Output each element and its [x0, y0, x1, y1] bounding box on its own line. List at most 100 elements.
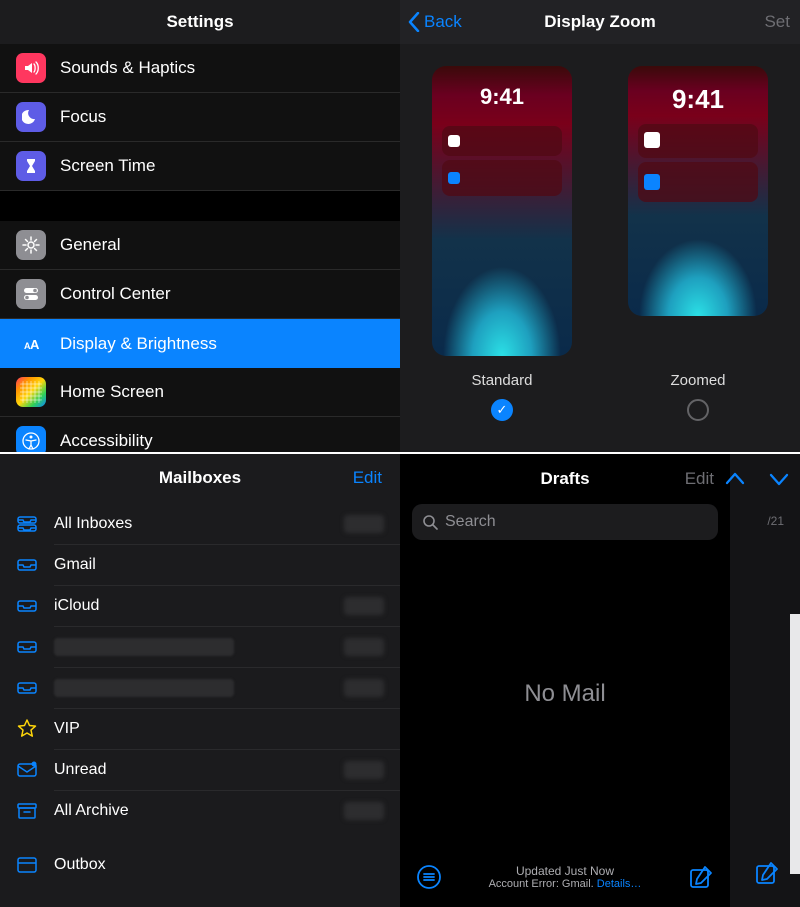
settings-row-label: Screen Time	[60, 156, 155, 176]
tray-icon	[16, 677, 38, 699]
accessibility-icon	[16, 426, 46, 452]
mailbox-label: Outbox	[54, 856, 106, 874]
compose-icon	[754, 860, 780, 886]
preview-box-icon	[448, 135, 460, 147]
display-zoom-title: Display Zoom	[544, 12, 655, 32]
mailbox-label: Gmail	[54, 556, 96, 574]
speaker-icon	[16, 53, 46, 83]
grid-icon	[16, 377, 46, 407]
zoom-option-labels: Standard Zoomed	[400, 372, 800, 389]
mailbox-label	[54, 679, 234, 697]
status-error: Account Error: Gmail.	[489, 878, 597, 890]
filter-icon[interactable]	[416, 864, 442, 890]
settings-row-accessibility[interactable]: Accessibility	[0, 417, 400, 452]
mailbox-row[interactable]: VIP	[0, 709, 400, 749]
settings-row-home-screen[interactable]: Home Screen	[0, 368, 400, 417]
empty-state: No Mail	[400, 540, 730, 847]
set-button[interactable]: Set	[764, 0, 790, 44]
status-updated: Updated Just Now	[489, 864, 642, 878]
star-icon	[16, 718, 38, 740]
mailboxes-title: Mailboxes	[0, 468, 400, 488]
tray-icon	[16, 554, 38, 576]
label-zoomed: Zoomed	[628, 372, 768, 389]
mailbox-label: iCloud	[54, 597, 99, 615]
toggles-icon	[16, 279, 46, 309]
gear-icon	[16, 230, 46, 260]
chevron-down-icon[interactable]	[768, 468, 790, 490]
outbox-icon	[16, 854, 38, 876]
text-size-icon: AA	[16, 329, 46, 359]
drafts-edit-button[interactable]: Edit	[685, 469, 714, 489]
label-standard: Standard	[432, 372, 572, 389]
settings-group-divider	[0, 191, 400, 221]
display-zoom-panel: Back Display Zoom Set 9:41 9:41 Standar	[400, 0, 800, 452]
mailbox-label: VIP	[54, 720, 80, 738]
back-button[interactable]: Back	[408, 0, 462, 44]
settings-row-focus[interactable]: Focus	[0, 93, 400, 142]
preview-box-icon	[448, 172, 460, 184]
search-icon	[422, 514, 438, 530]
settings-row-label: Control Center	[60, 284, 171, 304]
settings-row-sounds-haptics[interactable]: Sounds & Haptics	[0, 44, 400, 93]
settings-row-display-brightness[interactable]: AA Display & Brightness	[0, 319, 400, 368]
chevron-up-icon[interactable]	[724, 468, 746, 490]
preview-box-icon	[644, 132, 660, 148]
mailbox-count-badge	[344, 761, 384, 779]
preview-widget	[442, 160, 562, 196]
mailbox-row[interactable]	[0, 668, 400, 708]
tray-icon	[16, 636, 38, 658]
preview-box-icon	[644, 174, 660, 190]
partial-date: /21	[767, 514, 784, 528]
preview-widget	[442, 126, 562, 156]
mail-content-sliver	[790, 614, 800, 874]
chevron-left-icon	[408, 12, 420, 32]
zoom-previews: 9:41 9:41	[400, 66, 800, 356]
hourglass-icon	[16, 151, 46, 181]
back-label: Back	[424, 12, 462, 32]
drafts-column: Drafts Edit Search No Mail Updated Just …	[400, 454, 730, 907]
mailbox-row[interactable]: Gmail	[0, 545, 400, 585]
search-input[interactable]: Search	[412, 504, 718, 540]
unread-icon	[16, 759, 38, 781]
mailbox-count-badge	[344, 515, 384, 533]
settings-row-general[interactable]: General	[0, 221, 400, 270]
mailboxes-edit-button[interactable]: Edit	[353, 468, 382, 488]
mailbox-row[interactable]: All Archive	[0, 791, 400, 831]
radio-zoomed[interactable]	[687, 399, 709, 421]
compose-icon[interactable]	[688, 864, 714, 890]
error-details-link[interactable]: Details…	[597, 878, 642, 890]
mailbox-label: Unread	[54, 761, 106, 779]
radio-standard[interactable]	[491, 399, 513, 421]
compose-button-side[interactable]	[754, 860, 780, 891]
mailboxes-panel: Mailboxes Edit All Inboxes Gmail iCloud VIP…	[0, 454, 400, 907]
settings-title: Settings	[0, 0, 400, 44]
mailbox-row[interactable]	[0, 627, 400, 667]
mailbox-count-badge	[344, 597, 384, 615]
mailbox-row[interactable]: Unread	[0, 750, 400, 790]
preview-clock: 9:41	[628, 84, 768, 115]
mailbox-row[interactable]: Outbox	[0, 845, 400, 885]
settings-row-control-center[interactable]: Control Center	[0, 270, 400, 319]
settings-row-label: Display & Brightness	[60, 334, 217, 354]
mailboxes-header: Mailboxes Edit	[0, 454, 400, 504]
preview-zoomed[interactable]: 9:41	[628, 66, 768, 316]
moon-icon	[16, 102, 46, 132]
search-placeholder: Search	[445, 513, 496, 531]
settings-row-label: Sounds & Haptics	[60, 58, 195, 78]
drafts-title: Drafts	[540, 469, 589, 489]
nav-arrows	[724, 468, 790, 490]
settings-row-label: Home Screen	[60, 382, 164, 402]
settings-row-label: General	[60, 235, 120, 255]
svg-text:A: A	[30, 337, 40, 352]
drafts-footer: Updated Just Now Account Error: Gmail. D…	[400, 847, 730, 907]
mailbox-count-badge	[344, 802, 384, 820]
preview-widget	[638, 162, 758, 202]
status-text: Updated Just Now Account Error: Gmail. D…	[489, 864, 642, 890]
tray-icon	[16, 595, 38, 617]
preview-standard[interactable]: 9:41	[432, 66, 572, 356]
mailbox-row[interactable]: All Inboxes	[0, 504, 400, 544]
zoom-option-radios	[400, 399, 800, 421]
mailbox-label	[54, 638, 234, 656]
mailbox-row[interactable]: iCloud	[0, 586, 400, 626]
settings-row-screen-time[interactable]: Screen Time	[0, 142, 400, 191]
